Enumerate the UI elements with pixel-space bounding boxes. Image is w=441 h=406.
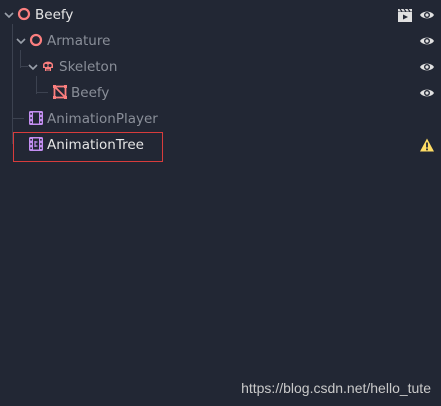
spatial-node-icon	[17, 7, 31, 21]
tree-item-animation-player[interactable]: AnimationPlayer	[0, 106, 441, 132]
animation-player-icon	[29, 111, 43, 125]
node-label: Beefy	[35, 7, 74, 23]
tree-item-skeleton[interactable]: Skeleton	[0, 54, 441, 80]
node-label: Skeleton	[59, 59, 118, 75]
mesh-instance-icon	[53, 85, 67, 99]
node-label: Armature	[47, 33, 111, 49]
tree-item-beefy-root[interactable]: Beefy	[0, 2, 441, 28]
tree-item-beefy-mesh[interactable]: Beefy	[0, 80, 441, 106]
chevron-down-icon[interactable]	[3, 9, 15, 21]
chevron-down-icon[interactable]	[15, 35, 27, 47]
node-label: Beefy	[71, 85, 110, 101]
warning-icon[interactable]	[419, 137, 435, 153]
visibility-eye-icon[interactable]	[419, 85, 435, 101]
watermark-text: https://blog.csdn.net/hello_tute	[241, 380, 431, 396]
instance-scene-icon[interactable]	[397, 7, 413, 23]
visibility-eye-icon[interactable]	[419, 59, 435, 75]
tree-item-armature[interactable]: Armature	[0, 28, 441, 54]
skeleton-icon	[43, 61, 53, 71]
node-label: AnimationPlayer	[47, 111, 158, 127]
scene-tree-panel: Beefy Armature Skeleton Beefy AnimationP…	[0, 0, 441, 406]
annotation-highlight-box	[13, 132, 163, 162]
chevron-down-icon[interactable]	[27, 61, 39, 73]
visibility-eye-icon[interactable]	[419, 33, 435, 49]
spatial-node-icon	[29, 33, 43, 47]
visibility-eye-icon[interactable]	[419, 7, 435, 23]
